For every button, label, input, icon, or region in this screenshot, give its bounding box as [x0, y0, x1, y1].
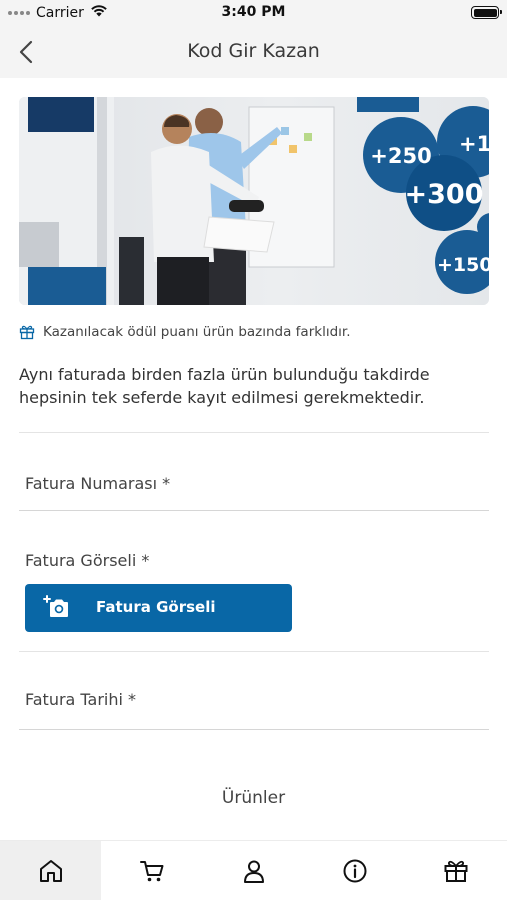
tab-info[interactable] — [304, 841, 405, 900]
banner-image: +250 +1( +300 +150 — [19, 97, 489, 305]
gift-icon — [444, 860, 468, 882]
info-icon — [343, 859, 367, 883]
tab-home[interactable] — [0, 841, 102, 900]
tab-rewards[interactable] — [406, 841, 507, 900]
invoice-date-underline — [19, 729, 489, 730]
invoice-image-upload-button[interactable]: Fatura Görseli — [25, 584, 292, 632]
page-title: Kod Gir Kazan — [187, 40, 320, 62]
home-icon — [39, 860, 62, 882]
badge-100: +1( — [459, 132, 489, 156]
tab-profile[interactable] — [203, 841, 304, 900]
gift-icon — [19, 325, 35, 340]
tab-cart[interactable] — [101, 841, 202, 900]
battery-icon — [471, 6, 502, 19]
instructions-text: Aynı faturada birden fazla ürün bulunduğ… — [19, 365, 430, 407]
reward-note-text: Kazanılacak ödül puanı ürün bazında fark… — [43, 324, 351, 340]
divider — [19, 432, 489, 433]
reward-note: Kazanılacak ödül puanı ürün bazında fark… — [19, 324, 351, 340]
invoice-number-field[interactable]: Fatura Numarası * — [25, 474, 170, 493]
tab-bar — [0, 840, 507, 900]
user-icon — [243, 860, 264, 883]
cart-icon — [140, 861, 164, 882]
badge-150: +150 — [437, 254, 489, 276]
badge-300: +300 — [405, 179, 484, 210]
invoice-number-underline — [19, 510, 489, 511]
invoice-date-field[interactable]: Fatura Tarihi * — [25, 690, 136, 709]
status-bar: Carrier 3:40 PM — [0, 0, 507, 26]
add-photo-icon — [43, 595, 68, 617]
invoice-image-button-label: Fatura Görseli — [96, 598, 216, 616]
promo-banner: +250 +1( +300 +150 — [19, 97, 489, 305]
divider — [19, 651, 489, 652]
status-time: 3:40 PM — [221, 4, 286, 20]
invoice-image-label: Fatura Görseli * — [25, 551, 150, 570]
products-section-button[interactable]: Ürünler — [0, 788, 507, 808]
navigation-bar: Kod Gir Kazan — [0, 26, 507, 78]
badge-250: +250 — [370, 144, 431, 168]
